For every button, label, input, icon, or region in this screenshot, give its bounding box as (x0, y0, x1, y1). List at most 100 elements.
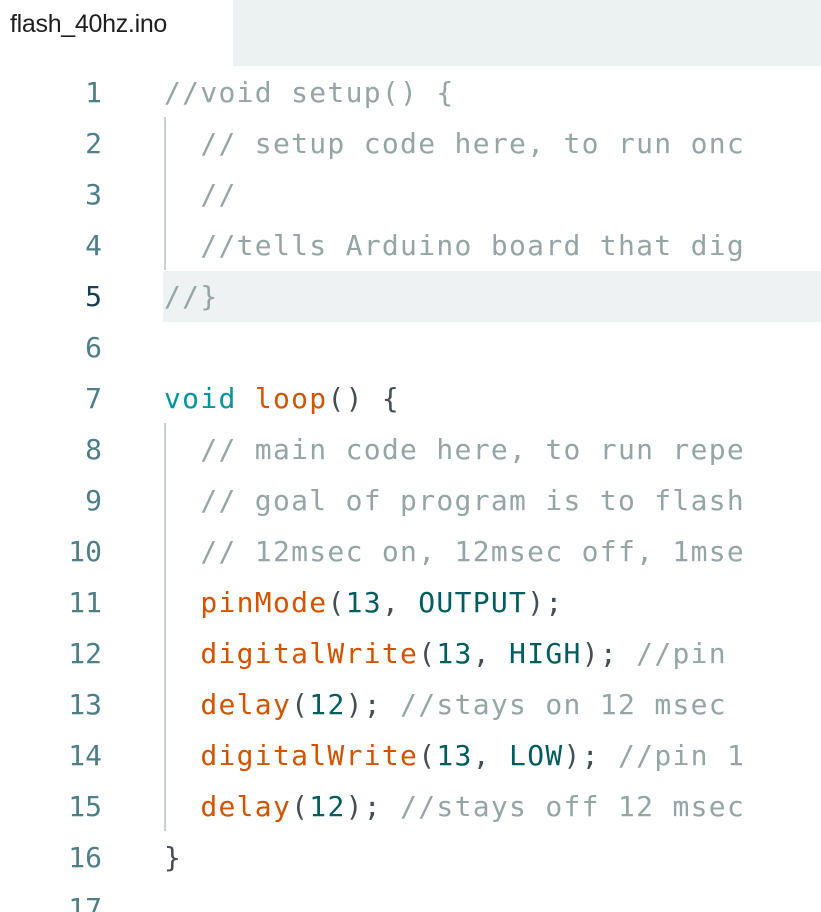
code-line[interactable]: 10 // 12msec on, 12msec off, 1mse (0, 526, 821, 577)
code-text: //} (164, 271, 218, 322)
code-token-number: 13 (345, 586, 382, 619)
active-line-highlight (163, 271, 821, 322)
line-number: 16 (68, 841, 102, 874)
line-number: 6 (85, 331, 102, 364)
code-token-function: digitalWrite (200, 637, 419, 670)
code-token-punct: ( (291, 688, 310, 721)
code-token-function: delay (200, 688, 292, 721)
line-number: 15 (68, 790, 102, 823)
line-number: 7 (85, 382, 102, 415)
code-line[interactable]: 17 (0, 883, 821, 912)
code-text: } (164, 832, 182, 883)
code-token-punct: , (381, 586, 419, 619)
code-token-punct: ); (563, 739, 619, 772)
code-token-comment: //} (164, 280, 219, 313)
code-text: // 12msec on, 12msec off, 1mse (164, 526, 745, 577)
line-number: 8 (85, 433, 102, 466)
code-token-punct: } (164, 841, 183, 874)
code-token-number: 13 (436, 739, 473, 772)
code-token-punct: ( (418, 637, 437, 670)
code-line[interactable]: 8 // main code here, to run repe (0, 424, 821, 475)
code-line[interactable]: 4 //tells Arduino board that dig (0, 220, 821, 271)
code-token-number: 13 (436, 637, 473, 670)
line-number: 5 (85, 280, 102, 313)
code-token-comment: // main code here, to run repe (200, 433, 746, 466)
indent-guide (164, 423, 166, 831)
code-token-keyword: void (164, 382, 237, 415)
code-text: // setup code here, to run onc (164, 118, 745, 169)
code-token-comment: // (200, 178, 237, 211)
code-token-number: 12 (309, 790, 346, 823)
code-token-comment: //stays off 12 msec (400, 790, 746, 823)
code-text: delay(12); //stays on 12 msec (164, 679, 727, 730)
indent-guide (164, 117, 166, 270)
line-number: 4 (85, 229, 102, 262)
code-token-punct: ); (345, 790, 401, 823)
code-token-function: loop (254, 382, 328, 415)
code-token-comment: //void setup() { (164, 76, 455, 109)
code-text: void loop() { (164, 373, 400, 424)
code-token-function: digitalWrite (200, 739, 419, 772)
code-text: digitalWrite(13, LOW); //pin 1 (164, 730, 745, 781)
code-text: pinMode(13, OUTPUT); (164, 577, 564, 628)
code-line[interactable]: 12 digitalWrite(13, HIGH); //pin (0, 628, 821, 679)
code-line[interactable]: 7 void loop() { (0, 373, 821, 424)
code-token-punct: ); (527, 586, 564, 619)
tab-bar: flash_40hz.ino (0, 0, 821, 66)
code-token-punct: ( (291, 790, 310, 823)
code-token-punct: () { (327, 382, 401, 415)
line-number: 3 (85, 178, 102, 211)
code-text: // main code here, to run repe (164, 424, 745, 475)
code-line[interactable]: 1 //void setup() { (0, 67, 821, 118)
tab-label: flash_40hz.ino (10, 10, 168, 38)
line-number: 17 (68, 892, 102, 912)
code-editor[interactable]: 17 16} 15 delay(12); //stays off 12 msec 14… (0, 66, 821, 912)
code-line[interactable]: 16} (0, 832, 821, 883)
code-token-function: pinMode (200, 586, 328, 619)
code-line[interactable]: 5 //} (0, 271, 821, 322)
code-line[interactable]: 15 delay(12); //stays off 12 msec (0, 781, 821, 832)
code-token-comment: //pin (636, 637, 727, 670)
code-line[interactable]: 9 // goal of program is to flash (0, 475, 821, 526)
code-token-constant: LOW (509, 739, 564, 772)
code-token-comment: //pin 1 (618, 739, 746, 772)
code-line[interactable]: 13 delay(12); //stays on 12 msec (0, 679, 821, 730)
code-token-punct: , (472, 739, 510, 772)
code-token-punct: , (472, 637, 510, 670)
code-token-comment: // setup code here, to run onc (200, 127, 746, 160)
code-token-punct: ( (327, 586, 346, 619)
code-token-punct: ( (418, 739, 437, 772)
code-line[interactable]: 11 pinMode(13, OUTPUT); (0, 577, 821, 628)
code-token-constant: HIGH (509, 637, 582, 670)
line-number: 11 (68, 586, 102, 619)
line-number: 13 (68, 688, 102, 721)
code-text: delay(12); //stays off 12 msec (164, 781, 745, 832)
line-number: 14 (68, 739, 102, 772)
code-line[interactable]: 14 digitalWrite(13, LOW); //pin 1 (0, 730, 821, 781)
code-line[interactable]: 3 // (0, 169, 821, 220)
tab-flash-40hz[interactable]: flash_40hz.ino (0, 0, 233, 66)
line-number: 12 (68, 637, 102, 670)
code-text: // (164, 169, 237, 220)
code-token-punct: ); (581, 637, 637, 670)
code-text: //tells Arduino board that dig (164, 220, 745, 271)
line-number: 9 (85, 484, 102, 517)
code-text: //void setup() { (164, 67, 455, 118)
code-token-number: 12 (309, 688, 346, 721)
code-token-punct: ); (345, 688, 401, 721)
line-number: 1 (85, 76, 102, 109)
code-line[interactable]: 2 // setup code here, to run onc (0, 118, 821, 169)
code-line[interactable]: 6 (0, 322, 821, 373)
code-token-comment: //stays on 12 msec (400, 688, 727, 721)
line-number: 2 (85, 127, 102, 160)
